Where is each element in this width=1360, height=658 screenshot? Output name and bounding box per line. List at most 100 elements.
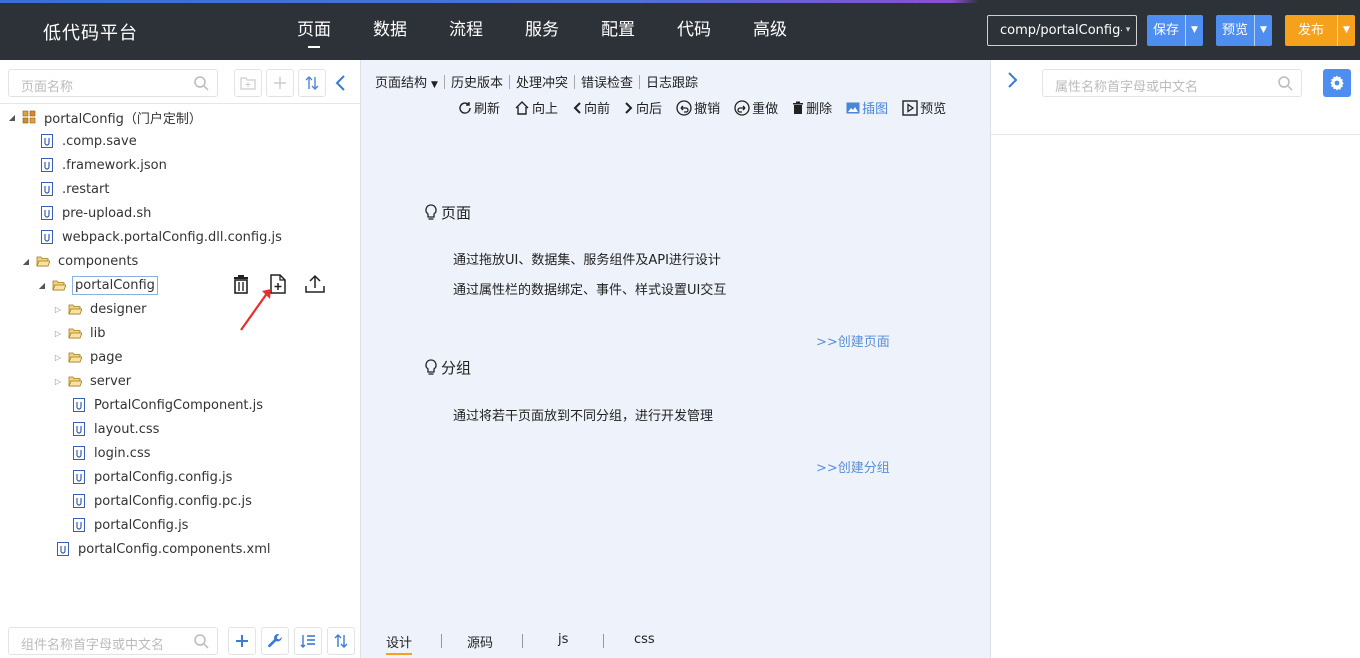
- sort-arrows-icon: [305, 76, 319, 90]
- page-search-input[interactable]: 页面名称: [8, 69, 218, 97]
- js-file-icon: [41, 158, 53, 172]
- tree-label: lib: [90, 325, 106, 341]
- tree-node-folder[interactable]: ◢ components: [20, 249, 140, 273]
- preview-button[interactable]: 预览: [1216, 15, 1254, 46]
- upload-button[interactable]: [304, 273, 326, 295]
- tree-node-file[interactable]: portalConfig.components.xml: [52, 537, 273, 561]
- save-dropdown-icon[interactable]: ▼: [1185, 15, 1203, 46]
- tree-node-file[interactable]: .framework.json: [36, 153, 169, 177]
- chevron-down-icon: ▾: [1122, 16, 1134, 45]
- up-button[interactable]: 向上: [514, 98, 558, 117]
- publish-dropdown-icon[interactable]: ▼: [1337, 15, 1355, 46]
- tree-label: .framework.json: [62, 157, 167, 173]
- insert-image-label: 插图: [862, 102, 889, 117]
- tree-node-file[interactable]: login.css: [68, 441, 153, 465]
- property-search-input[interactable]: 属性名称首字母或中文名: [1042, 69, 1302, 97]
- tab-log-trace[interactable]: 日志跟踪: [646, 72, 704, 91]
- nav-item-data[interactable]: 数据: [352, 0, 428, 60]
- tree-node-folder-selected[interactable]: ◢ portalConfig: [36, 273, 158, 297]
- tab-css[interactable]: css: [634, 632, 655, 647]
- trash-icon: [793, 101, 804, 114]
- tree-label: components: [58, 253, 139, 269]
- collapsed-triangle-icon[interactable]: ▷: [52, 353, 64, 362]
- create-group-link[interactable]: >>创建分组: [816, 457, 890, 476]
- tree-node-folder[interactable]: ▷ lib: [52, 321, 107, 345]
- add-page-button[interactable]: [266, 69, 294, 97]
- collapse-left-panel-button[interactable]: [334, 73, 350, 93]
- preview-dropdown-icon[interactable]: ▼: [1254, 15, 1272, 46]
- tree-node-folder[interactable]: ▷ server: [52, 369, 133, 393]
- tab-history[interactable]: 历史版本: [451, 72, 509, 91]
- tab-page-structure[interactable]: 页面结构 ▼: [375, 72, 444, 91]
- tab-source[interactable]: 源码: [467, 632, 493, 651]
- tab-conflicts[interactable]: 处理冲突: [516, 72, 574, 91]
- insert-image-button[interactable]: 插图: [846, 98, 888, 117]
- nav-item-flow[interactable]: 流程: [428, 0, 504, 60]
- nav-item-page[interactable]: 页面: [276, 0, 352, 60]
- play-square-icon: [902, 99, 918, 116]
- component-select-value: comp/portalConfig-: [1000, 23, 1126, 38]
- tree-node-file[interactable]: .restart: [36, 177, 111, 201]
- redo-button[interactable]: 重做: [734, 98, 778, 117]
- tree-node-file[interactable]: portalConfig.config.pc.js: [68, 489, 254, 513]
- tree-label: webpack.portalConfig.dll.config.js: [62, 229, 282, 245]
- tree-node-folder[interactable]: ▷ designer: [52, 297, 148, 321]
- property-settings-button[interactable]: [1323, 69, 1351, 97]
- tree-node-file[interactable]: pre-upload.sh: [36, 201, 153, 225]
- save-button[interactable]: 保存: [1147, 15, 1185, 46]
- tab-design[interactable]: 设计: [386, 632, 413, 655]
- nav-item-config[interactable]: 配置: [580, 0, 656, 60]
- expanded-triangle-icon[interactable]: ◢: [20, 257, 32, 266]
- tree-node-file[interactable]: .comp.save: [36, 129, 139, 153]
- expanded-triangle-icon[interactable]: ◢: [36, 281, 48, 290]
- forward-button[interactable]: 向前: [572, 98, 610, 117]
- chevron-left-icon: [335, 75, 345, 91]
- new-folder-button[interactable]: [234, 69, 262, 97]
- component-sort-button[interactable]: [327, 627, 355, 655]
- tree-node-file[interactable]: PortalConfigComponent.js: [68, 393, 265, 417]
- collapse-right-panel-button[interactable]: [1005, 70, 1019, 90]
- component-select[interactable]: comp/portalConfig- ▾: [987, 15, 1137, 46]
- component-search-input[interactable]: 组件名称首字母或中文名: [8, 627, 218, 655]
- component-settings-button[interactable]: [261, 627, 289, 655]
- component-list-button[interactable]: [294, 627, 322, 655]
- publish-button[interactable]: 发布: [1285, 15, 1337, 46]
- delete-button[interactable]: 删除: [792, 98, 832, 117]
- undo-button[interactable]: 撤销: [676, 98, 720, 117]
- tab-error-check[interactable]: 错误检查: [581, 72, 639, 91]
- tree-label: portalConfig（门户定制）: [44, 111, 202, 127]
- collapsed-triangle-icon[interactable]: ▷: [52, 329, 64, 338]
- editor-mode-tabs: 设计 源码 js css: [361, 630, 990, 658]
- tree-node-file[interactable]: portalConfig.js: [68, 513, 190, 537]
- collapsed-triangle-icon[interactable]: ▷: [52, 305, 64, 314]
- sort-button[interactable]: [298, 69, 326, 97]
- nav-item-code[interactable]: 代码: [656, 0, 732, 60]
- nav-item-service[interactable]: 服务: [504, 0, 580, 60]
- js-file-icon: [73, 470, 85, 484]
- undo-icon: [676, 99, 692, 116]
- expanded-triangle-icon[interactable]: ◢: [6, 113, 18, 122]
- search-icon: [1278, 76, 1293, 91]
- section-desc-line: 通过属性栏的数据绑定、事件、样式设置UI交互: [453, 283, 727, 298]
- red-arrow-annotation: [240, 289, 271, 331]
- image-icon: [846, 102, 860, 113]
- tree-node-folder[interactable]: ▷ page: [52, 345, 124, 369]
- plus-icon: [274, 77, 286, 89]
- plus-icon: [236, 635, 248, 647]
- canvas-preview-button[interactable]: 预览: [902, 98, 946, 117]
- tree-node-root[interactable]: ◢ portalConfig（门户定制）: [6, 105, 204, 129]
- add-component-button[interactable]: [228, 627, 256, 655]
- backward-button[interactable]: 向后: [624, 98, 662, 117]
- section-title-text: 页面: [441, 204, 472, 222]
- tree-node-file[interactable]: layout.css: [68, 417, 161, 441]
- collapsed-triangle-icon[interactable]: ▷: [52, 377, 64, 386]
- create-page-link[interactable]: >>创建页面: [816, 331, 890, 350]
- list-order-icon: [300, 635, 315, 648]
- tab-js[interactable]: js: [558, 632, 568, 647]
- js-file-icon: [73, 518, 85, 532]
- refresh-button[interactable]: 刷新: [458, 98, 500, 117]
- nav-item-advanced[interactable]: 高级: [732, 0, 808, 60]
- left-header-divider: [0, 103, 361, 104]
- tree-node-file[interactable]: webpack.portalConfig.dll.config.js: [36, 225, 284, 249]
- tree-node-file[interactable]: portalConfig.config.js: [68, 465, 234, 489]
